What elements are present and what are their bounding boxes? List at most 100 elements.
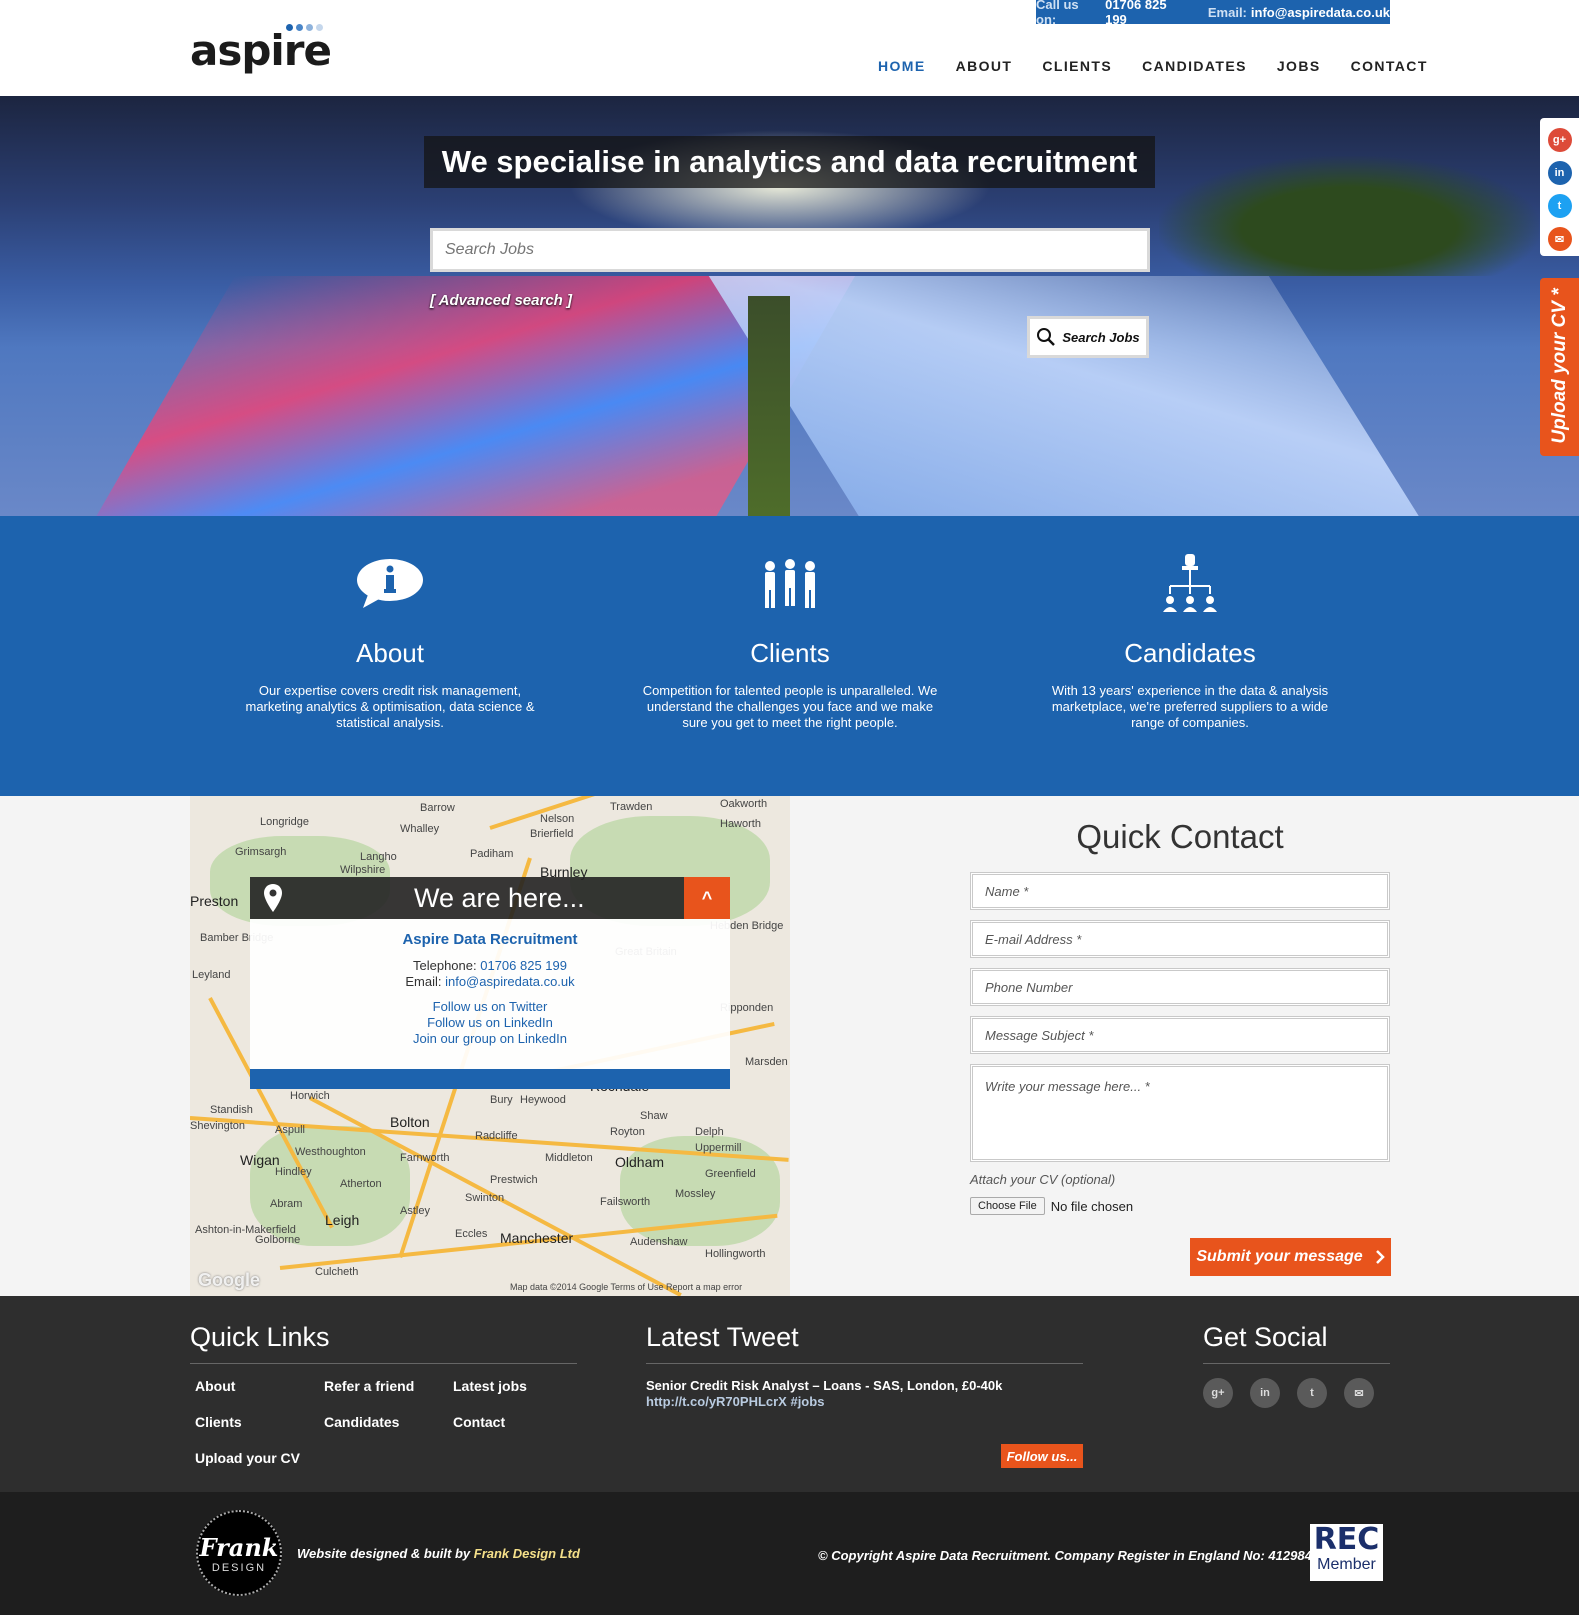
email-label: Email: <box>1207 4 1247 20</box>
telephone-link[interactable]: 01706 825 199 <box>480 958 567 973</box>
map-place-label: Barrow <box>420 802 455 814</box>
email-link[interactable]: info@aspiredata.co.uk <box>445 974 575 989</box>
map-place-label: Grimsargh <box>235 846 287 858</box>
map-place-label: Hindley <box>275 1166 312 1178</box>
map-place-label: Oakworth <box>720 798 768 810</box>
map-place-label: Westhoughton <box>295 1146 366 1158</box>
follow-linkedin-link[interactable]: Follow us on LinkedIn <box>250 1015 730 1031</box>
map-place-label: Atherton <box>340 1178 382 1190</box>
chevron-right-icon <box>1375 1250 1385 1264</box>
linkedin-icon[interactable]: in <box>1547 161 1572 185</box>
google-logo: Google <box>198 1270 260 1290</box>
google-plus-icon[interactable]: g+ <box>1547 128 1572 152</box>
map-place-label: Culcheth <box>315 1266 359 1278</box>
tweet-link[interactable]: http://t.co/yR70PHLcrX #jobs <box>646 1394 1083 1410</box>
map-place-label: Bury <box>490 1094 513 1106</box>
map-place-label: Padiham <box>470 848 514 860</box>
map-place-label: Abram <box>270 1198 303 1210</box>
location-map[interactable]: Barrow Trawden Oakworth Longridge Whalley Nel… <box>190 796 790 1296</box>
map-place-label: Longridge <box>260 816 309 828</box>
nav-about[interactable]: ABOUT <box>956 58 1013 74</box>
name-field[interactable]: Name * <box>970 872 1390 910</box>
submit-message-button[interactable]: Submit your message <box>1190 1238 1391 1276</box>
chevron-up-icon[interactable]: ^ <box>684 877 730 919</box>
search-jobs-input[interactable] <box>430 228 1150 272</box>
feature-candidates[interactable]: Candidates With 13 years' experience in … <box>1040 548 1340 731</box>
map-place-label: Wigan <box>240 1152 280 1168</box>
footer-link-about[interactable]: About <box>195 1378 324 1394</box>
hero-trees <box>1159 156 1539 276</box>
copyright: © Copyright Aspire Data Recruitment. Com… <box>818 1548 1320 1563</box>
map-pin-icon <box>250 883 296 913</box>
map-place-label: Golborne <box>255 1234 301 1246</box>
map-place-label: Brierfield <box>530 828 574 840</box>
map-attribution[interactable]: Map data ©2014 Google Terms of Use Repor… <box>510 1282 742 1292</box>
footer-link-contact[interactable]: Contact <box>453 1414 582 1430</box>
site-footer: Quick Links About Refer a friend Latest … <box>0 1296 1579 1492</box>
email-field[interactable]: E-mail Address * <box>970 920 1390 958</box>
footer-link-upload-cv[interactable]: Upload your CV <box>195 1450 324 1466</box>
follow-twitter-link[interactable]: Follow us on Twitter <box>250 999 730 1015</box>
email-icon[interactable]: ✉ <box>1344 1378 1374 1408</box>
map-place-label: Shevington <box>190 1120 246 1132</box>
info-window-body: Aspire Data Recruitment Telephone: 01706… <box>250 919 730 1069</box>
email-icon[interactable]: ✉ <box>1547 227 1572 251</box>
contact-topbar: Call us on: 01706 825 199 Email: info@as… <box>1036 0 1390 27</box>
get-social-title: Get Social <box>1203 1322 1390 1364</box>
nav-clients[interactable]: CLIENTS <box>1042 58 1112 74</box>
get-social: Get Social g+ in t ✉ <box>1203 1322 1390 1408</box>
map-place-label: Heywood <box>520 1094 566 1106</box>
nav-jobs[interactable]: JOBS <box>1277 58 1321 74</box>
email-link[interactable]: info@aspiredata.co.uk <box>1251 5 1390 20</box>
choose-file-button[interactable]: Choose File <box>970 1197 1045 1215</box>
twitter-icon[interactable]: t <box>1297 1378 1327 1408</box>
phone-field[interactable]: Phone Number <box>970 968 1390 1006</box>
aspire-logo[interactable]: aspire <box>190 20 332 76</box>
feature-clients-text: Competition for talented people is unpar… <box>642 683 938 730</box>
bottom-bar: Frank DESIGN Website designed & built by… <box>0 1492 1579 1615</box>
message-textarea[interactable]: Write your message here... * <box>970 1064 1390 1162</box>
frank-design-logo[interactable]: Frank DESIGN <box>196 1510 282 1596</box>
map-place-label: Hollingworth <box>705 1248 766 1260</box>
linkedin-icon[interactable]: in <box>1250 1378 1280 1408</box>
feature-clients[interactable]: Clients Competition for talented people … <box>640 548 940 731</box>
company-name: Aspire Data Recruitment <box>402 931 578 948</box>
map-place-label: Preston <box>190 893 239 909</box>
map-place-label: Langho <box>360 851 397 863</box>
map-contact-section: Barrow Trawden Oakworth Longridge Whalley Nel… <box>0 796 1579 1296</box>
footer-link-refer[interactable]: Refer a friend <box>324 1378 453 1394</box>
follow-us-button[interactable]: Follow us... <box>1001 1444 1083 1468</box>
subject-field[interactable]: Message Subject * <box>970 1016 1390 1054</box>
twitter-icon[interactable]: t <box>1547 194 1572 218</box>
nav-candidates[interactable]: CANDIDATES <box>1142 58 1247 74</box>
linkedin-group-link[interactable]: Join our group on LinkedIn <box>250 1031 730 1047</box>
hero-title: We specialise in analytics and data recr… <box>424 136 1155 188</box>
latest-tweet: Latest Tweet Senior Credit Risk Analyst … <box>646 1322 1083 1492</box>
feature-candidates-text: With 13 years' experience in the data & … <box>1051 683 1329 730</box>
upload-cv-tab[interactable]: Upload your CV * <box>1540 278 1579 456</box>
email-line: Email: info@aspiredata.co.uk <box>405 974 575 989</box>
frank-design-link[interactable]: Frank Design Ltd <box>474 1546 580 1561</box>
hero-light-trails-right <box>708 276 1432 516</box>
map-place-label: Failsworth <box>600 1196 651 1208</box>
search-jobs-button[interactable]: Search Jobs <box>1027 316 1149 358</box>
advanced-search-link[interactable]: [ Advanced search ] <box>430 292 572 309</box>
map-place-label: Leyland <box>192 969 231 981</box>
footer-link-candidates[interactable]: Candidates <box>324 1414 453 1430</box>
attach-cv-label: Attach your CV (optional) <box>970 1172 1116 1187</box>
map-place-label: Bolton <box>390 1114 430 1130</box>
call-label: Call us on: <box>1036 0 1079 27</box>
phone-link[interactable]: 01706 825 199 <box>1105 0 1190 27</box>
nav-home[interactable]: HOME <box>878 58 926 74</box>
people-group-icon <box>640 548 940 620</box>
info-window-title: We are here... <box>414 882 585 913</box>
nav-contact[interactable]: CONTACT <box>1351 58 1428 74</box>
footer-link-latest-jobs[interactable]: Latest jobs <box>453 1378 582 1394</box>
feature-about[interactable]: About Our expertise covers credit risk m… <box>240 548 540 731</box>
footer-link-clients[interactable]: Clients <box>195 1414 324 1430</box>
map-place-label: Mossley <box>675 1188 716 1200</box>
latest-tweet-title: Latest Tweet <box>646 1322 1083 1364</box>
map-place-label: Marsden <box>745 1056 788 1068</box>
google-plus-icon[interactable]: g+ <box>1203 1378 1233 1408</box>
hero-banner: We specialise in analytics and data recr… <box>0 96 1579 516</box>
